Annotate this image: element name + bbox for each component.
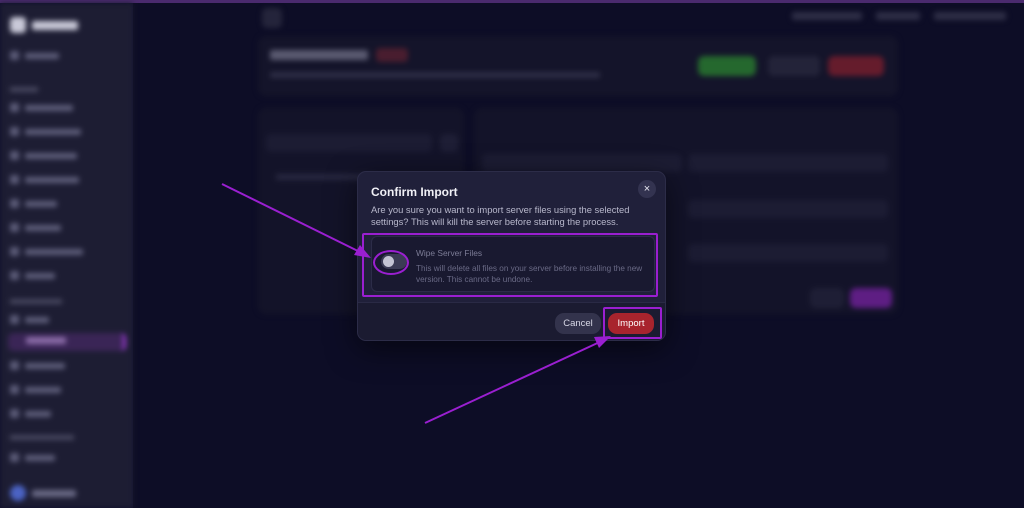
arrow-icon [424,339,605,424]
arrow-icon [221,183,365,255]
annotation-arrows [221,183,611,424]
arrow-icon [354,245,371,258]
app-window: Confirm Import × Are you sure you want t… [0,0,1024,508]
arrow-icon [594,336,611,348]
